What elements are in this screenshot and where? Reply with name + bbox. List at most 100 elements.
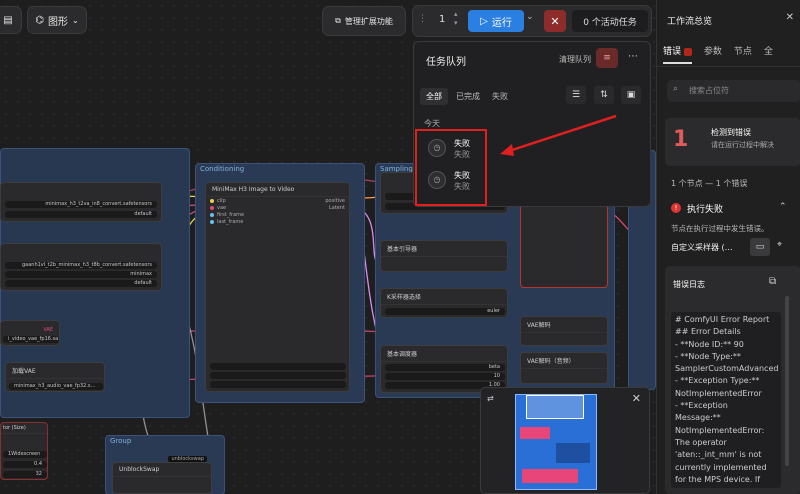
port-last-frame[interactable]: last_frame — [210, 219, 243, 225]
tab-completed[interactable]: 已完成 — [452, 88, 484, 105]
widget-steps[interactable]: 10 — [385, 373, 505, 380]
log-scrollbar[interactable] — [785, 296, 789, 466]
node-model-loader[interactable]: gaanh1vl_t2b_minimax_h3_t8b_convert.safe… — [0, 243, 162, 291]
graph-menu-button[interactable]: ⌬ 图形 ⌄ — [27, 6, 87, 34]
search-icon: ⌕ — [673, 84, 679, 94]
node-audio-vae-loader[interactable]: 加载VAE minimax_h3_audio_vae_fp32.s… — [5, 362, 105, 392]
widget-scheduler[interactable]: beta — [385, 364, 505, 371]
error-dot-icon: ! — [671, 203, 681, 213]
group-title: Group — [110, 437, 132, 445]
queue-title: 任务队列 — [426, 57, 466, 68]
panel-toggle-button[interactable]: ▤ — [0, 6, 22, 34]
node-unblock-swap[interactable]: UnblockSwap unblockswap — [112, 456, 212, 494]
error-log-title: 错误日志 — [673, 280, 705, 289]
copy-icon[interactable]: ⧉ — [769, 276, 776, 287]
widget-model-dtype[interactable]: default — [5, 280, 157, 287]
widget-model-type[interactable]: minimax — [5, 271, 157, 278]
node-title: 基本调度器 — [381, 346, 507, 362]
run-button[interactable]: ▷ 运行 — [468, 10, 524, 32]
widget-size-scale[interactable]: 0.4 — [3, 461, 47, 468]
node-title: UnblockSwap — [113, 463, 211, 477]
tab-params[interactable]: 参数 — [704, 44, 722, 64]
node-image-to-video[interactable]: MiniMax H3 Image to Video clip vae first… — [205, 182, 350, 392]
error-summary-card: 1 检测到错误 请在运行过程中解决 — [665, 118, 800, 166]
widget-sampler-name[interactable]: euler — [385, 308, 505, 315]
node-title: VAE解码 — [521, 317, 607, 333]
port-vae[interactable]: VAE — [43, 327, 53, 333]
annotation-highlight-box — [415, 129, 487, 206]
image-view-icon[interactable]: ▣ — [621, 86, 641, 104]
tab-all[interactable]: 全部 — [420, 88, 448, 105]
minimap-viewport[interactable] — [526, 395, 584, 419]
clear-queue-label[interactable]: 清理队列 — [559, 54, 591, 65]
port-positive-out[interactable]: positive — [325, 198, 345, 204]
manage-extensions-button[interactable]: ⧉ 管理扩展功能 — [322, 6, 406, 36]
node-title: VAE解码（音频） — [521, 353, 607, 369]
widget-size-preset[interactable]: 1Widescreen — [3, 451, 47, 458]
group-title: Conditioning — [200, 165, 245, 173]
collapse-icon[interactable]: ⌃ — [779, 202, 787, 212]
search-field[interactable]: ⌕ 搜索占位符 — [667, 80, 800, 102]
node-error-summary: 1 个节点 — 1 个错误 — [671, 179, 748, 188]
exec-fail-desc: 节点在执行过程中发生错误。 — [671, 224, 769, 233]
section-today-label: 今天 — [424, 119, 440, 128]
port-latent-out[interactable]: Latent — [329, 205, 345, 211]
minimap-toggle-icon[interactable]: ⇄ — [487, 394, 494, 403]
clear-queue-button[interactable]: ≡ — [596, 48, 618, 68]
drag-handle-icon[interactable]: ⋮ — [418, 14, 427, 24]
run-mode-chevron-icon[interactable]: ⌄ — [526, 12, 534, 22]
stepper-icon[interactable]: ▴ ▾ — [454, 10, 458, 28]
tab-errors[interactable]: 错误 — [663, 44, 692, 64]
node-vae-decode[interactable]: VAE解码 — [520, 316, 608, 346]
minimap[interactable]: ⇄ ✕ — [480, 387, 650, 494]
port-first-frame[interactable]: first_frame — [210, 212, 244, 218]
node-basic-scheduler[interactable]: 基本调度器 beta 10 1.00 — [380, 345, 508, 393]
target-icon[interactable]: ⌖ — [777, 240, 782, 250]
node-title: MiniMax H3 Image to Video — [206, 183, 349, 197]
node-size-selector[interactable]: tor (Size) 1Widescreen 0.4 32 — [0, 422, 48, 480]
minimap-view — [515, 394, 597, 490]
widget-model-file[interactable]: gaanh1vl_t2b_minimax_h3_t8b_convert.safe… — [5, 262, 157, 269]
node-title: 基本引导器 — [381, 241, 507, 257]
error-description: 请在运行过程中解决 — [711, 141, 774, 149]
node-vae-loader[interactable]: VAE i_video_vae_fp16.sa… — [0, 320, 60, 346]
run-toolbar: ⋮ 1 ▴ ▾ ▷ 运行 ⌄ ✕ 0 个活动任务 — [412, 5, 652, 37]
node-clip-loader[interactable]: minimax_h3_t2va_in8_convert.safetensors … — [0, 182, 162, 222]
close-panel-icon[interactable]: ✕ — [786, 12, 794, 23]
error-badge — [683, 47, 692, 56]
tab-failed[interactable]: 失败 — [488, 88, 512, 105]
more-options-icon[interactable]: ⋯ — [628, 51, 638, 62]
node-sampler-select[interactable]: K采样器选择 euler — [380, 288, 508, 318]
queue-count-input[interactable]: 1 — [439, 14, 445, 25]
widget-audio-vae-file[interactable]: minimax_h3_audio_vae_fp32.s… — [9, 383, 103, 390]
widget-clip-type[interactable]: default — [5, 211, 157, 218]
widget-length[interactable] — [210, 381, 346, 388]
port-vae[interactable]: vae — [210, 205, 226, 211]
stop-button[interactable]: ✕ — [544, 10, 566, 32]
minimap-close-icon[interactable]: ✕ — [632, 392, 641, 405]
node-vae-decode-audio[interactable]: VAE解码（音频） — [520, 352, 608, 384]
widget-clip-model[interactable]: minimax_h3_t2va_in8_convert.safetensors — [5, 201, 157, 208]
tab-nodes[interactable]: 节点 — [734, 44, 752, 64]
sort-icon[interactable]: ⇅ — [594, 86, 614, 104]
active-tasks-button[interactable]: 0 个活动任务 — [572, 10, 648, 32]
error-log-card: 错误日志 ⧉ # ComfyUI Error Report ## Error De… — [665, 266, 800, 494]
node-custom-sampler[interactable] — [520, 198, 608, 288]
widget-width[interactable] — [210, 363, 346, 370]
clear-list-icon: ≡ — [603, 53, 611, 63]
node-basic-guider[interactable]: 基本引导器 — [380, 240, 508, 272]
locate-node-button[interactable]: ▭ — [750, 238, 770, 256]
port-clip[interactable]: clip — [210, 198, 226, 204]
widget-height[interactable] — [210, 372, 346, 379]
search-input[interactable]: 搜索占位符 — [689, 85, 729, 96]
filter-icon[interactable]: ☰ — [566, 86, 586, 104]
failed-node-name[interactable]: 自定义采样器 (… — [671, 242, 733, 253]
tab-all[interactable]: 全 — [764, 44, 773, 64]
workflow-overview-panel: 工作流总览 ✕ 错误 参数 节点 全 ⌕ 搜索占位符 1 检测到错误 请在运行过… — [656, 0, 800, 494]
widget-vae-file[interactable]: i_video_vae_fp16.sa… — [3, 336, 59, 343]
minimap-block — [522, 469, 578, 483]
close-icon: ✕ — [550, 14, 560, 28]
panel-title: 工作流总览 — [667, 17, 713, 27]
widget-size-multiple[interactable]: 32 — [3, 471, 47, 478]
minimap-block — [556, 443, 590, 463]
